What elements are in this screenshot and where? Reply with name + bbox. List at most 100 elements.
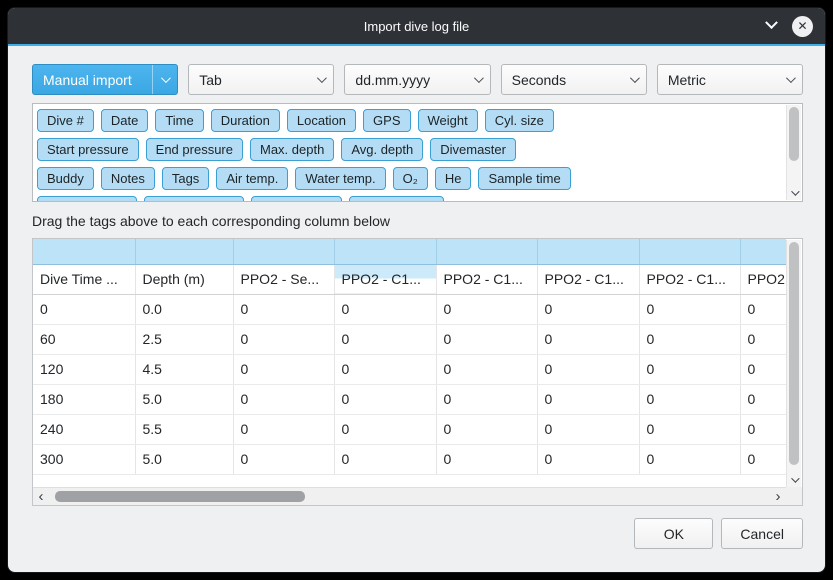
tag-sample-depth[interactable]: Sample depth [37, 196, 137, 202]
tag-sample-cns[interactable]: Sample CNS [349, 196, 444, 202]
shade-button[interactable] [767, 17, 776, 35]
tag-notes[interactable]: Notes [101, 167, 155, 190]
tag-date[interactable]: Date [101, 109, 148, 132]
combo-selected-value: Metric [668, 72, 786, 88]
table-cell: 0 [334, 354, 436, 384]
table-cell: 0 [334, 414, 436, 444]
column-header: PPO2 - Se... [233, 264, 334, 294]
window-title: Import dive log file [364, 19, 470, 34]
combo-selected-value: Seconds [512, 72, 630, 88]
scrollbar-corner [786, 487, 802, 505]
chevron-down-icon [791, 187, 799, 195]
table-cell: 0 [537, 414, 639, 444]
table-cell: 0 [639, 414, 740, 444]
combo-field-separator[interactable]: Tab [188, 64, 334, 95]
combo-selected-value: Manual import [43, 72, 148, 88]
table-cell: 180 [33, 384, 135, 414]
table-cell: 0 [740, 444, 786, 474]
scroll-down-button[interactable] [787, 185, 801, 200]
tag-he[interactable]: He [435, 167, 472, 190]
table-cell: 120 [33, 354, 135, 384]
scroll-left-button[interactable]: ‹ [33, 488, 49, 505]
tag-location[interactable]: Location [287, 109, 356, 132]
table-cell: 0.0 [135, 294, 233, 324]
tag-avg-depth[interactable]: Avg. depth [341, 138, 423, 161]
chevron-down-icon [161, 73, 171, 83]
tag-buddy[interactable]: Buddy [37, 167, 94, 190]
column-drop-target[interactable] [740, 239, 786, 264]
table-row: 1204.5000000 [33, 354, 786, 384]
ok-button[interactable]: OK [634, 518, 713, 549]
table-cell: 5.5 [135, 414, 233, 444]
table-cell: 2.5 [135, 324, 233, 354]
table-cell: 0 [537, 324, 639, 354]
tag-max-depth[interactable]: Max. depth [250, 138, 334, 161]
combo-date-format[interactable]: dd.mm.yyyy [344, 64, 490, 95]
combo-import-mode[interactable]: Manual import [32, 64, 178, 95]
tag-cyl-size[interactable]: Cyl. size [485, 109, 554, 132]
tag-water-temp[interactable]: Water temp. [295, 167, 385, 190]
scroll-right-button[interactable]: › [770, 488, 786, 505]
tag-tags[interactable]: Tags [162, 167, 209, 190]
column-drop-target[interactable] [334, 239, 436, 264]
cancel-button[interactable]: Cancel [721, 518, 803, 549]
import-dialog: Import dive log file ✕ Manual import Tab d… [7, 7, 826, 573]
chevron-down-icon [765, 16, 778, 29]
table-cell: 4.5 [135, 354, 233, 384]
table-cell: 60 [33, 324, 135, 354]
column-drop-target[interactable] [436, 239, 537, 264]
tag-air-temp[interactable]: Air temp. [216, 167, 288, 190]
table-cell: 0 [740, 354, 786, 384]
tag-row: Start pressure End pressure Max. depth Avg.… [37, 138, 782, 161]
table-cell: 0 [436, 384, 537, 414]
column-header: PPO2 [740, 264, 786, 294]
combo-separator [152, 65, 153, 94]
table-cell: 0 [436, 414, 537, 444]
table-panel: Dive Time ...Depth (m)PPO2 - Se...PPO2 -… [32, 238, 803, 506]
combo-duration-format[interactable]: Seconds [501, 64, 647, 95]
combo-units[interactable]: Metric [657, 64, 803, 95]
column-header: PPO2 - C1... [436, 264, 537, 294]
column-drop-target[interactable] [33, 239, 135, 264]
scrollbar-thumb[interactable] [789, 242, 799, 465]
table-cell: 0 [334, 294, 436, 324]
tag-duration[interactable]: Duration [211, 109, 280, 132]
table-cell: 0 [436, 294, 537, 324]
chevron-down-icon [791, 474, 799, 482]
table-cell: 0 [639, 324, 740, 354]
tags-panel: Dive # Date Time Duration Location GPS Weight C… [32, 103, 803, 202]
tag-divemaster[interactable]: Divemaster [430, 138, 516, 161]
tag-end-pressure[interactable]: End pressure [146, 138, 243, 161]
table-cell: 0 [537, 384, 639, 414]
tag-sample-temp[interactable]: Sample temp. [144, 196, 244, 202]
scroll-down-button[interactable] [787, 472, 801, 487]
table-vertical-scrollbar [786, 240, 801, 487]
combo-selected-value: Tab [199, 72, 317, 88]
table-cell: 0 [537, 294, 639, 324]
column-drop-target[interactable] [639, 239, 740, 264]
column-drop-target[interactable] [537, 239, 639, 264]
close-button[interactable]: ✕ [792, 16, 813, 37]
column-header: PPO2 - C1... [537, 264, 639, 294]
scrollbar-thumb[interactable] [55, 491, 305, 502]
table-cell: 0 [537, 354, 639, 384]
titlebar[interactable]: Import dive log file ✕ [8, 8, 825, 44]
tag-sample-time[interactable]: Sample time [478, 167, 570, 190]
tag-dive[interactable]: Dive # [37, 109, 94, 132]
scrollbar-thumb[interactable] [789, 107, 799, 161]
table-cell: 0 [740, 324, 786, 354]
tag-gps[interactable]: GPS [363, 109, 410, 132]
table-cell: 0 [639, 384, 740, 414]
tag-o[interactable]: O₂ [393, 167, 428, 190]
tag-time[interactable]: Time [155, 109, 203, 132]
table-cell: 0 [233, 324, 334, 354]
tag-weight[interactable]: Weight [418, 109, 478, 132]
column-drop-target[interactable] [135, 239, 233, 264]
table-cell: 0 [233, 384, 334, 414]
table-row: 2405.5000000 [33, 414, 786, 444]
tag-start-pressure[interactable]: Start pressure [37, 138, 139, 161]
table-cell: 0 [639, 354, 740, 384]
combo-row: Manual import Tab dd.mm.yyyy Seconds Metric [32, 64, 803, 95]
tag-sample-po[interactable]: Sample pO₂ [251, 196, 341, 202]
column-drop-target[interactable] [233, 239, 334, 264]
